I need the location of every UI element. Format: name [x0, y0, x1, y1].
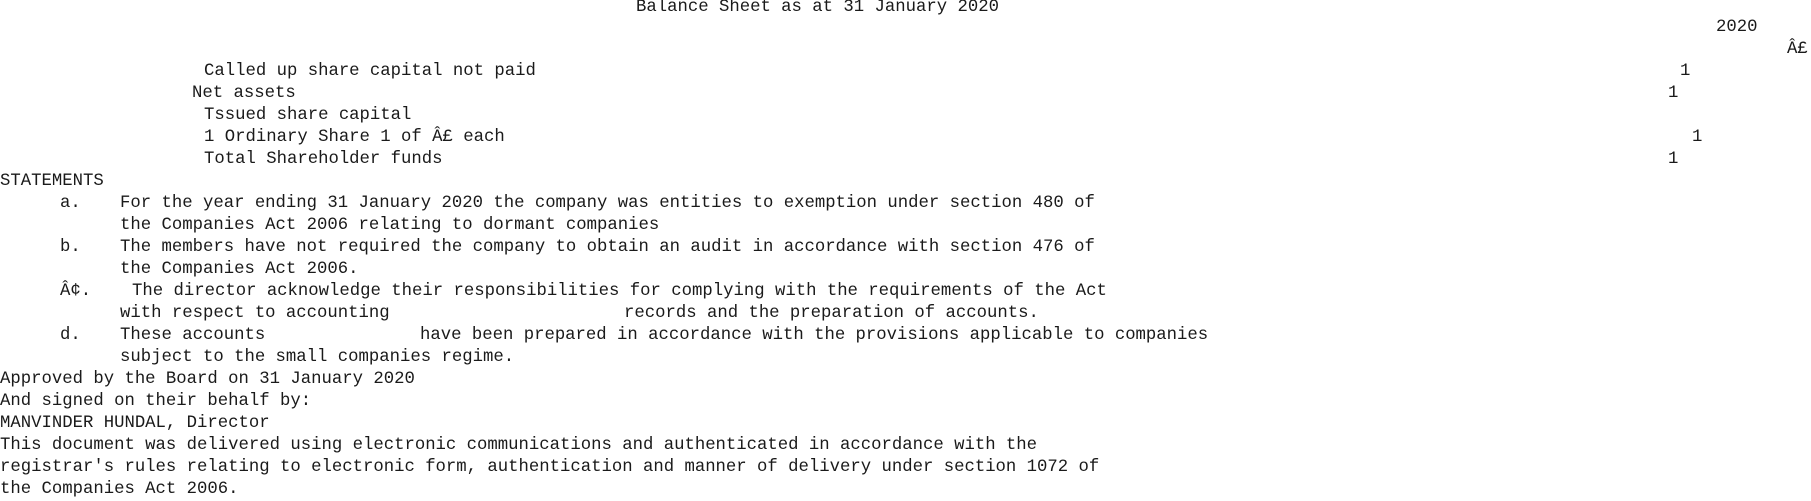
ordinary-share-value: 1	[1692, 128, 1703, 147]
statements-heading: STATEMENTS	[0, 172, 104, 191]
statement-b-line2: the Companies Act 2006.	[120, 260, 359, 279]
statement-d-line2: subject to the small companies regime.	[120, 348, 515, 367]
footer-line-1: This document was delivered using electr…	[0, 436, 1038, 455]
statement-d-line1b: have been prepared in accordance with th…	[420, 326, 1209, 345]
document-title: Balance Sheet as at 31 January 2020	[636, 0, 999, 17]
statement-marker-d: d.	[60, 326, 81, 345]
called-up-share-capital-value: 1	[1680, 62, 1691, 81]
statement-marker-a: a.	[60, 194, 81, 213]
net-assets-value: 1	[1668, 84, 1679, 103]
total-shareholder-funds-label: Total Shareholder funds	[204, 150, 443, 169]
footer-line-3: the Companies Act 2006.	[0, 480, 239, 499]
footer-line-2: registrar's rules relating to electronic…	[0, 458, 1100, 477]
ordinary-share-label: 1 Ordinary Share 1 of Â£ each	[204, 128, 505, 147]
net-assets-label: Net assets	[192, 84, 296, 103]
signed-on-behalf-line: And signed on their behalf by:	[0, 392, 312, 411]
statement-marker-b: b.	[60, 238, 81, 257]
currency-column-header: Â£	[1787, 40, 1808, 59]
approval-date-line: Approved by the Board on 31 January 2020	[0, 370, 415, 389]
year-column-header: 2020	[1716, 18, 1758, 37]
statement-c-line1: The director acknowledge their responsib…	[132, 282, 1107, 301]
statement-c-line2a: with respect to accounting	[120, 304, 390, 323]
statement-marker-c: Â¢.	[60, 282, 92, 301]
issued-share-capital-label: Tssued share capital	[204, 106, 412, 125]
statement-d-line1a: These accounts	[120, 326, 266, 345]
called-up-share-capital-label: Called up share capital not paid	[204, 62, 536, 81]
statement-c-line2b: records and the preparation of accounts.	[624, 304, 1039, 323]
statement-a-line1: For the year ending 31 January 2020 the …	[120, 194, 1095, 213]
total-shareholder-funds-value: 1	[1668, 150, 1679, 169]
director-name: MANVINDER HUNDAL, Director	[0, 414, 270, 433]
statement-b-line1: The members have not required the compan…	[120, 238, 1095, 257]
statement-a-line2: the Companies Act 2006 relating to dorma…	[120, 216, 660, 235]
